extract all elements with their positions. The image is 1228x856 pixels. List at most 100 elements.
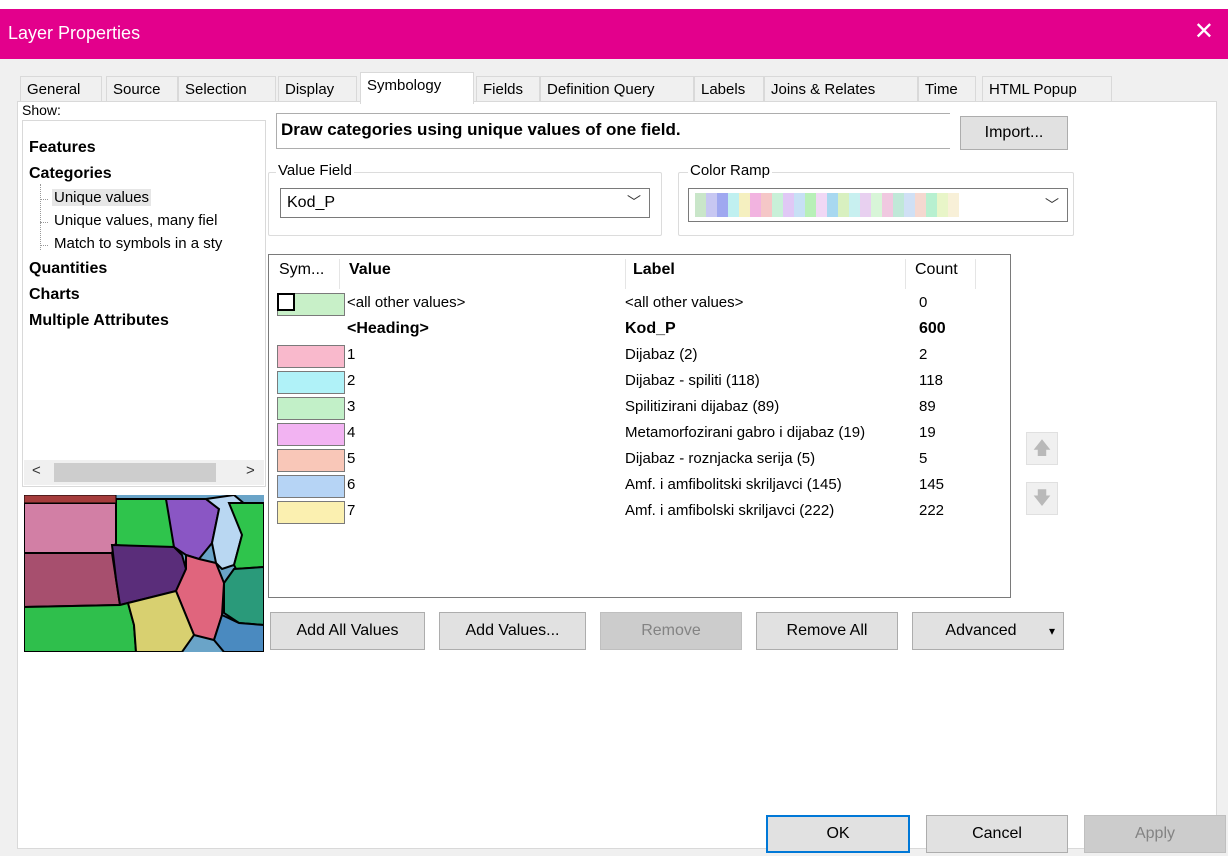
tab-symbology[interactable]: Symbology: [360, 72, 474, 104]
ramp-color-swatch: [794, 193, 805, 217]
remove-all-button[interactable]: Remove All: [756, 612, 898, 650]
remove-button[interactable]: Remove: [600, 612, 742, 650]
tab-selection[interactable]: Selection: [178, 76, 276, 103]
column-header-value[interactable]: Value: [349, 261, 391, 279]
advanced-button[interactable]: Advanced ▾: [912, 612, 1064, 650]
cancel-button[interactable]: Cancel: [926, 815, 1068, 853]
table-row[interactable]: 6 Amf. i amfibolitski skriljavci (145) 145: [269, 473, 1009, 499]
column-header-symbol[interactable]: Sym...: [279, 261, 324, 279]
row-count: 89: [919, 398, 936, 415]
tree-item-quantities[interactable]: Quantities: [29, 260, 107, 278]
import-button[interactable]: Import...: [960, 116, 1068, 150]
table-row[interactable]: 7 Amf. i amfibolski skriljavci (222) 222: [269, 499, 1009, 525]
tab-fields[interactable]: Fields: [476, 76, 540, 103]
tree-item-features[interactable]: Features: [29, 139, 96, 157]
symbol-swatch[interactable]: [277, 345, 345, 368]
column-header-count[interactable]: Count: [915, 261, 958, 279]
value-field-value: Kod_P: [287, 194, 336, 211]
symbology-panel: Show: Features Categories Unique values …: [17, 101, 1217, 849]
tree-connector: [40, 222, 48, 223]
symbol-swatch[interactable]: [277, 501, 345, 524]
ramp-color-swatch: [926, 193, 937, 217]
ok-button[interactable]: OK: [766, 815, 910, 853]
ramp-color-swatch: [750, 193, 761, 217]
chevron-down-icon: ﹀: [627, 194, 641, 210]
show-tree[interactable]: Features Categories Unique values Unique…: [22, 120, 266, 487]
symbol-swatch[interactable]: [277, 371, 345, 394]
tree-item-categories[interactable]: Categories: [29, 165, 112, 183]
ramp-color-swatch: [816, 193, 827, 217]
move-up-icon[interactable]: 🡅: [1026, 432, 1058, 465]
color-ramp-select[interactable]: ﹀: [688, 188, 1068, 222]
table-row[interactable]: 5 Dijabaz - roznjacka serija (5) 5: [269, 447, 1009, 473]
row-count: 0: [919, 294, 928, 311]
table-row[interactable]: <all other values> <all other values> 0: [269, 291, 1009, 317]
table-row[interactable]: 4 Metamorfozirani gabro i dijabaz (19) 19: [269, 421, 1009, 447]
ramp-color-swatch: [739, 193, 750, 217]
add-all-values-button[interactable]: Add All Values: [270, 612, 425, 650]
tab-general[interactable]: General: [20, 76, 102, 103]
move-down-icon[interactable]: 🡇: [1026, 482, 1058, 515]
scroll-left-icon[interactable]: <: [32, 462, 41, 479]
table-row[interactable]: 3 Spilitizirani dijabaz (89) 89: [269, 395, 1009, 421]
tree-item-multiple-attributes[interactable]: Multiple Attributes: [29, 312, 169, 330]
chevron-down-icon: ﹀: [1045, 197, 1059, 213]
tree-item-match-to-symbols[interactable]: Match to symbols in a sty: [54, 235, 222, 252]
scrollbar-thumb[interactable]: [54, 463, 216, 482]
row-value: 5: [347, 450, 356, 467]
column-header-label[interactable]: Label: [633, 261, 675, 279]
tree-item-unique-values[interactable]: Unique values: [52, 189, 152, 206]
tab-display[interactable]: Display: [278, 76, 357, 103]
tree-horizontal-scrollbar[interactable]: < >: [24, 460, 264, 485]
table-row[interactable]: <Heading> Kod_P 600: [269, 317, 1009, 343]
symbol-swatch[interactable]: [277, 423, 345, 446]
dialog-body: General Source Selection Display Symbolo…: [0, 59, 1228, 856]
tab-definition-query[interactable]: Definition Query: [540, 76, 694, 103]
tab-labels[interactable]: Labels: [694, 76, 764, 103]
value-field-select[interactable]: Kod_P ﹀: [280, 188, 650, 218]
ramp-color-swatch: [827, 193, 838, 217]
symbol-swatch[interactable]: [277, 293, 345, 316]
row-value: 2: [347, 372, 356, 389]
tab-source[interactable]: Source: [106, 76, 178, 103]
table-row[interactable]: 1 Dijabaz (2) 2: [269, 343, 1009, 369]
scroll-right-icon[interactable]: >: [246, 462, 255, 479]
apply-button[interactable]: Apply: [1084, 815, 1226, 853]
ramp-color-swatch: [871, 193, 882, 217]
show-label: Show:: [22, 102, 61, 118]
ramp-color-swatch: [772, 193, 783, 217]
tab-time[interactable]: Time: [918, 76, 976, 103]
column-separator: [625, 259, 626, 289]
tree-connector: [40, 184, 41, 250]
ramp-color-swatch: [849, 193, 860, 217]
color-ramp-label: Color Ramp: [688, 162, 773, 179]
row-label: <all other values>: [625, 294, 744, 311]
tree-item-charts[interactable]: Charts: [29, 286, 80, 304]
close-icon[interactable]: ✕: [1194, 17, 1214, 46]
tab-html-popup[interactable]: HTML Popup: [982, 76, 1112, 103]
row-label: Dijabaz (2): [625, 346, 698, 363]
show-other-values-checkbox[interactable]: [277, 293, 295, 311]
ramp-color-swatch: [893, 193, 904, 217]
symbol-swatch[interactable]: [277, 449, 345, 472]
ramp-color-swatch: [915, 193, 926, 217]
add-values-button[interactable]: Add Values...: [439, 612, 586, 650]
row-count: 222: [919, 502, 945, 519]
symbol-swatch[interactable]: [277, 397, 345, 420]
row-value: 1: [347, 346, 356, 363]
column-separator: [975, 259, 976, 289]
row-label: Kod_P: [625, 320, 676, 337]
row-label: Spilitizirani dijabaz (89): [625, 398, 780, 415]
row-label: Dijabaz - roznjacka serija (5): [625, 450, 816, 467]
column-separator: [339, 259, 340, 289]
tab-joins-relates[interactable]: Joins & Relates: [764, 76, 918, 103]
symbol-values-grid[interactable]: Sym... Value Label Count <all other valu…: [268, 254, 1011, 598]
table-row[interactable]: 2 Dijabaz - spiliti (118) 118: [269, 369, 1009, 395]
ramp-color-swatch: [706, 193, 717, 217]
symbol-swatch[interactable]: [277, 475, 345, 498]
ramp-color-swatch: [937, 193, 948, 217]
column-separator: [905, 259, 906, 289]
tree-item-unique-values-many-fields[interactable]: Unique values, many fiel: [54, 212, 217, 229]
ramp-color-swatch: [805, 193, 816, 217]
symbology-description: Draw categories using unique values of o…: [276, 113, 950, 149]
